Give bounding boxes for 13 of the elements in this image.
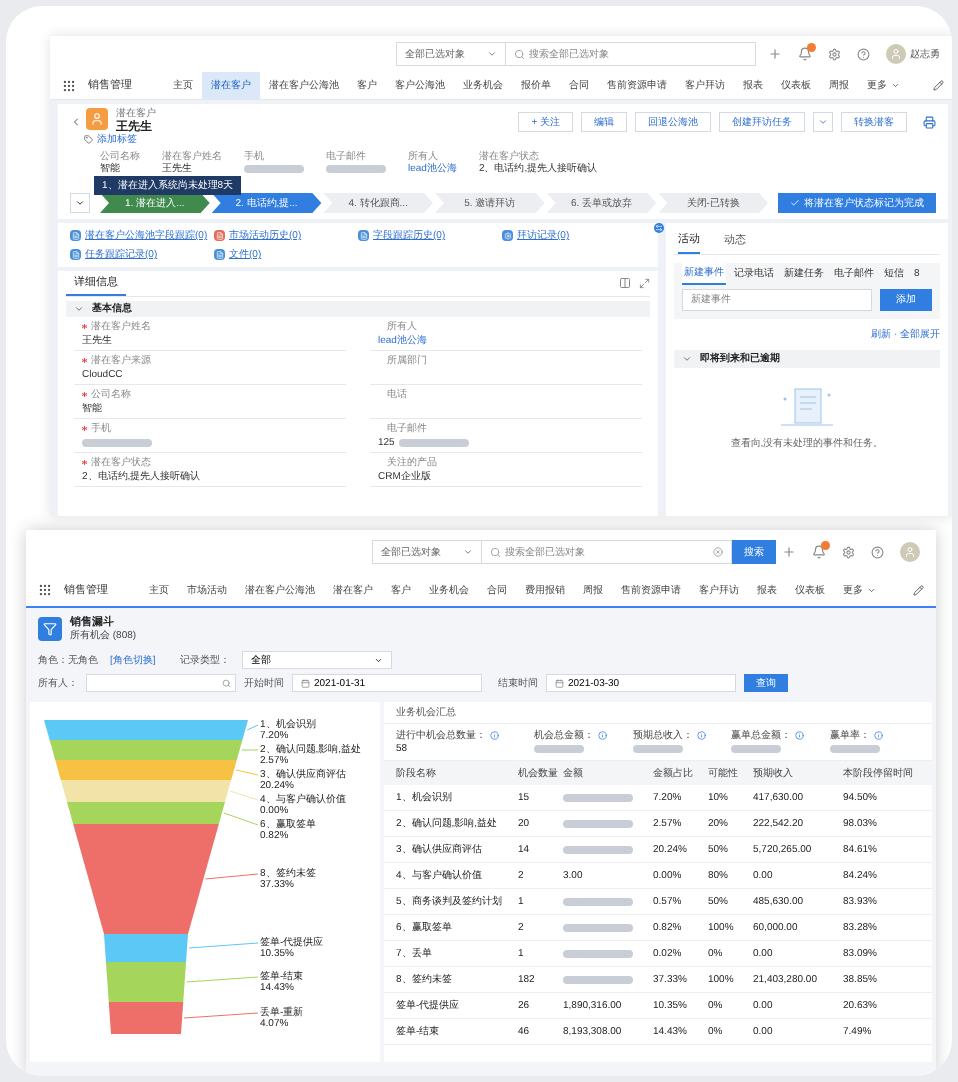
related-list-icon	[358, 230, 369, 241]
avatar[interactable]	[886, 44, 906, 64]
funnel-icon	[38, 617, 62, 641]
related-list-icon	[70, 230, 81, 241]
empty-document-drawing	[781, 387, 833, 428]
related-list-icon	[502, 230, 513, 241]
owner-field[interactable]	[86, 674, 236, 692]
related-list-icon	[214, 230, 225, 241]
related-list-icon	[214, 249, 225, 260]
swap-icon[interactable]	[654, 223, 664, 233]
related-list-icon	[70, 249, 81, 260]
collapse-button[interactable]	[70, 193, 90, 213]
avatar[interactable]	[900, 542, 920, 562]
